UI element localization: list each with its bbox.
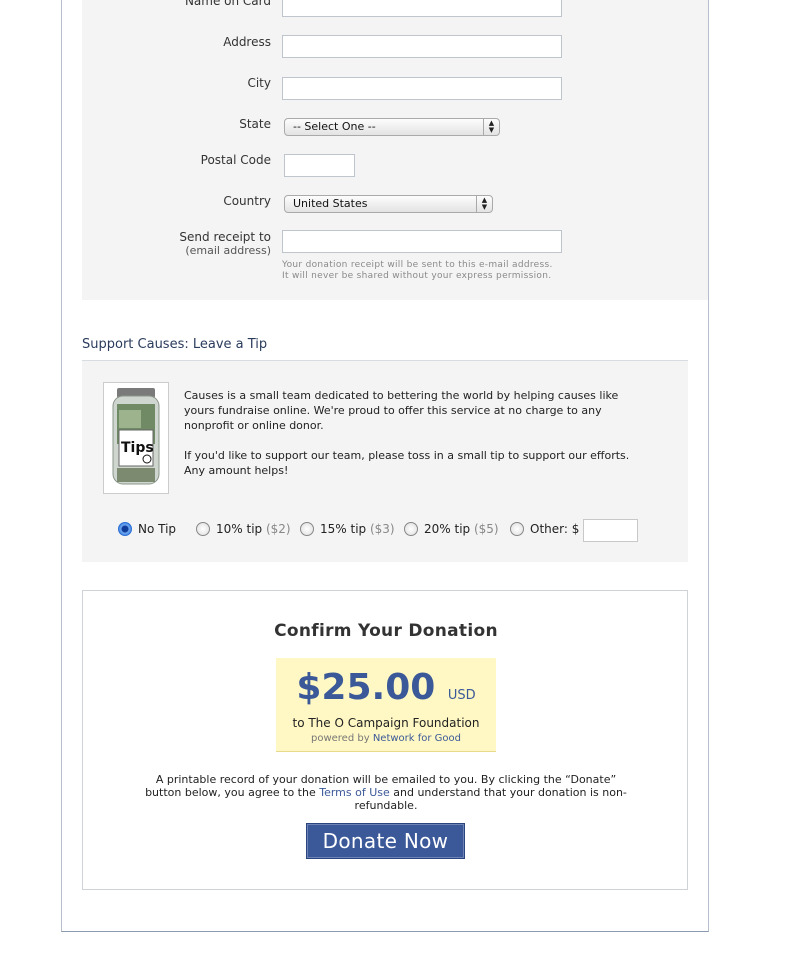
confirm-title: Confirm Your Donation — [274, 621, 498, 641]
tip-option-none[interactable]: No Tip — [118, 521, 176, 537]
currency-label: USD — [447, 688, 476, 703]
tip-jar-image: Tips — [103, 382, 169, 494]
powered-by-text: powered by — [310, 733, 370, 744]
radio-selected-icon[interactable] — [118, 521, 132, 536]
name-on-card-label: Name on Card — [184, 0, 271, 8]
select-arrows-icon: ▲ ▼ — [483, 119, 499, 135]
tip-option-amount: ($2) — [265, 522, 291, 536]
state-select[interactable]: -- Select One -- ▲ ▼ — [284, 118, 500, 136]
radio-icon[interactable] — [300, 521, 314, 536]
confirm-donation-box: Confirm Your Donation $25.00 USD to The … — [82, 590, 688, 890]
receipt-label: Send receipt to (email address) — [179, 230, 271, 258]
tip-jar-icon: Tips — [112, 388, 160, 485]
other-tip-input[interactable] — [583, 519, 638, 542]
receipt-label-text: Send receipt to — [179, 230, 271, 244]
powered-by: powered by Network for Good — [276, 731, 496, 747]
tip-option-other[interactable]: Other: $ — [510, 521, 579, 537]
tip-paragraph-1: Causes is a small team dedicated to bett… — [184, 389, 619, 432]
receipt-email-input[interactable] — [282, 230, 562, 253]
address-label: Address — [223, 35, 271, 49]
recipient-line: to The O Campaign Foundation — [292, 716, 480, 730]
postal-code-label: Postal Code — [200, 153, 271, 167]
donation-amount: $25.00 USD — [276, 668, 496, 716]
tip-option-label: 20% tip — [424, 522, 471, 536]
terms-of-use-link[interactable]: Terms of Use — [319, 786, 390, 799]
receipt-hint: Your donation receipt will be sent to th… — [282, 260, 553, 281]
tip-paragraph-2: If you'd like to support our team, pleas… — [184, 449, 630, 477]
select-arrows-icon: ▲ ▼ — [476, 196, 492, 212]
tip-option-label: No Tip — [138, 522, 177, 536]
jar-label: Tips — [121, 440, 154, 456]
radio-icon[interactable] — [404, 521, 418, 536]
city-label: City — [247, 76, 271, 90]
city-input[interactable] — [282, 77, 562, 100]
tip-option-amount: ($3) — [369, 522, 395, 536]
country-label: Country — [223, 194, 271, 208]
tip-option-10[interactable]: 10% tip ($2) — [196, 521, 291, 537]
country-select[interactable]: United States ▲ ▼ — [284, 195, 493, 213]
tip-option-20[interactable]: 20% tip ($5) — [404, 521, 499, 537]
postal-code-input[interactable] — [284, 154, 355, 177]
donate-now-button[interactable]: Donate Now — [306, 823, 465, 859]
tip-option-label: Other: $ — [530, 522, 580, 536]
name-on-card-input[interactable] — [282, 0, 562, 17]
donation-amount-box: $25.00 USD to The O Campaign Foundation … — [276, 658, 496, 752]
terms-notice: A printable record of your donation will… — [138, 773, 634, 812]
tip-option-15[interactable]: 15% tip ($3) — [300, 521, 395, 537]
state-select-value: -- Select One -- — [293, 120, 376, 133]
state-label: State — [239, 117, 271, 131]
amount-value: $25.00 — [296, 667, 436, 708]
tip-description: Causes is a small team dedicated to bett… — [184, 388, 644, 493]
terms-text-after: and understand that your donation is non… — [354, 786, 627, 812]
radio-icon[interactable] — [196, 521, 210, 536]
network-for-good-link[interactable]: Network for Good — [373, 733, 461, 744]
tip-option-amount: ($5) — [473, 522, 499, 536]
address-input[interactable] — [282, 35, 562, 58]
radio-icon[interactable] — [510, 521, 524, 536]
receipt-sublabel: (email address) — [185, 244, 271, 257]
tip-option-label: 15% tip — [320, 522, 367, 536]
country-select-value: United States — [293, 197, 368, 210]
tip-option-label: 10% tip — [216, 522, 263, 536]
tip-section-title: Support Causes: Leave a Tip — [82, 337, 268, 352]
